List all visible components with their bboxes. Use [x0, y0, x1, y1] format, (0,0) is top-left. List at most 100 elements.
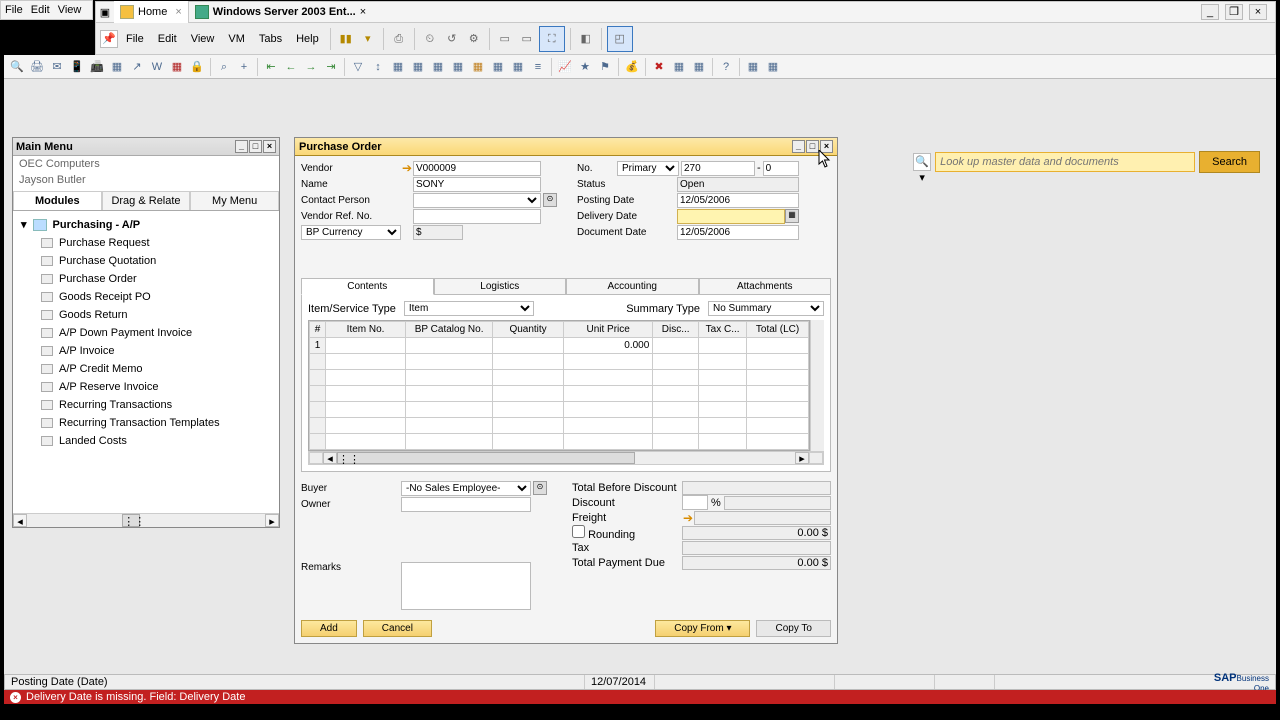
prev-icon[interactable]: ← [282, 58, 300, 76]
po-titlebar[interactable]: Purchase Order _ □ × [295, 138, 837, 156]
t5-icon[interactable]: ▦ [509, 58, 527, 76]
outer-edit-menu[interactable]: Edit [31, 4, 50, 16]
grid-vscroll[interactable] [810, 320, 824, 451]
vm-file-menu[interactable]: File [120, 30, 150, 48]
email-icon[interactable]: ✉ [48, 58, 66, 76]
table-row[interactable]: 10.000 [310, 338, 809, 354]
tree-item-ap-reserve[interactable]: A/P Reserve Invoice [13, 378, 279, 396]
po-minimize-button[interactable]: _ [792, 140, 805, 153]
revert-icon[interactable]: ↺ [442, 29, 462, 49]
po-close-button[interactable]: × [820, 140, 833, 153]
no-input[interactable] [681, 161, 755, 176]
tab-contents[interactable]: Contents [301, 278, 434, 295]
col-price[interactable]: Unit Price [564, 322, 653, 338]
cancel-button[interactable]: Cancel [363, 620, 432, 637]
search-button[interactable]: Search [1199, 151, 1260, 173]
export-icon[interactable]: ↗ [128, 58, 146, 76]
itemservice-select[interactable]: Item [404, 301, 534, 316]
col-catalog[interactable]: BP Catalog No. [406, 322, 493, 338]
misc2-icon[interactable]: ▦ [764, 58, 782, 76]
del3-icon[interactable]: ▦ [690, 58, 708, 76]
posting-date-input[interactable] [677, 193, 799, 208]
tree-item-landed-costs[interactable]: Landed Costs [13, 432, 279, 450]
tab-logistics[interactable]: Logistics [434, 278, 567, 295]
scroll-right-icon[interactable]: ▸ [265, 514, 279, 527]
t6-icon[interactable]: ≡ [529, 58, 547, 76]
chart3-icon[interactable]: ⚑ [596, 58, 614, 76]
pin-icon[interactable]: 📌 [100, 30, 118, 48]
clock-icon[interactable]: ⏲ [420, 29, 440, 49]
name-input[interactable] [413, 177, 541, 192]
pdf-icon[interactable]: ▦ [168, 58, 186, 76]
t2-icon[interactable]: ▦ [409, 58, 427, 76]
vref-input[interactable] [413, 209, 541, 224]
tab-accounting[interactable]: Accounting [566, 278, 699, 295]
tree-item-goods-return[interactable]: Goods Return [13, 306, 279, 324]
rounding-checkbox[interactable] [572, 525, 585, 538]
help-icon[interactable]: ? [717, 58, 735, 76]
currency-select[interactable]: BP Currency [301, 225, 401, 240]
po-maximize-button[interactable]: □ [806, 140, 819, 153]
tree-item-ap-downpayment[interactable]: A/P Down Payment Invoice [13, 324, 279, 342]
tree-item-purchase-order[interactable]: Purchase Order [13, 270, 279, 288]
buyer-detail-icon[interactable]: ⊙ [533, 481, 547, 495]
scroll-left-icon[interactable]: ◂ [13, 514, 27, 527]
lock-icon[interactable]: 🔒 [188, 58, 206, 76]
tree-item-recurring-trans[interactable]: Recurring Transactions [13, 396, 279, 414]
play-icon[interactable]: ▮▮ [336, 29, 356, 49]
tree-item-goods-receipt[interactable]: Goods Receipt PO [13, 288, 279, 306]
main-menu-titlebar[interactable]: Main Menu _ □ × [13, 138, 279, 156]
snapshot-icon[interactable]: ⎙ [389, 29, 409, 49]
tree-item-recurring-templates[interactable]: Recurring Transaction Templates [13, 414, 279, 432]
col-total[interactable]: Total (LC) [747, 322, 809, 338]
link-arrow-icon[interactable]: ➔ [401, 161, 413, 175]
summary-type-select[interactable]: No Summary [708, 301, 824, 316]
mm-close-button[interactable]: × [263, 140, 276, 153]
table-row[interactable] [310, 370, 809, 386]
del1-icon[interactable]: ✖ [650, 58, 668, 76]
manage-icon[interactable]: ⚙ [464, 29, 484, 49]
scroll-thumb[interactable]: ⋮⋮ [122, 514, 140, 527]
contact-detail-icon[interactable]: ⊙ [543, 193, 557, 207]
preview-icon[interactable]: 🔍 [8, 58, 26, 76]
del2-icon[interactable]: ▦ [670, 58, 688, 76]
grid-scroll-thumb[interactable]: ⋮⋮ [337, 452, 635, 464]
vm-vm-menu[interactable]: VM [222, 30, 251, 48]
vm-tab-home-close[interactable]: × [175, 6, 181, 18]
misc1-icon[interactable]: ▦ [744, 58, 762, 76]
stretch-icon[interactable]: ◰ [607, 26, 633, 52]
grid-scroll-right-icon[interactable]: ▸ [795, 452, 809, 464]
main-menu-scrollbar[interactable]: ◂ ⋮⋮ ▸ [13, 513, 279, 527]
t1-icon[interactable]: ▦ [389, 58, 407, 76]
table-row[interactable] [310, 402, 809, 418]
filter-icon[interactable]: ▽ [349, 58, 367, 76]
print-icon[interactable]: 🖨 [28, 58, 46, 76]
col-num[interactable]: # [310, 322, 326, 338]
gross-icon[interactable]: ▦ [469, 58, 487, 76]
tree-item-ap-credit-memo[interactable]: A/P Credit Memo [13, 360, 279, 378]
cell-price[interactable]: 0.000 [564, 338, 653, 354]
copy-from-button[interactable]: Copy From [655, 620, 750, 637]
delivery-date-input[interactable] [677, 209, 785, 224]
tree-item-purchase-request[interactable]: Purchase Request [13, 234, 279, 252]
search-icon[interactable]: 🔍▾ [913, 153, 931, 171]
col-itemno[interactable]: Item No. [326, 322, 406, 338]
grid-scroll-left-icon[interactable]: ◂ [323, 452, 337, 464]
tab-drag-relate[interactable]: Drag & Relate [102, 191, 191, 210]
mm-minimize-button[interactable]: _ [235, 140, 248, 153]
link-arrow-icon[interactable]: ➔ [682, 511, 694, 525]
contact-select[interactable] [413, 193, 541, 208]
vm-close-button[interactable]: × [1249, 4, 1267, 20]
sms-icon[interactable]: 📱 [68, 58, 86, 76]
next-icon[interactable]: → [302, 58, 320, 76]
play-dropdown-icon[interactable]: ▾ [358, 29, 378, 49]
tab-modules[interactable]: Modules [13, 191, 102, 210]
search-input[interactable] [935, 152, 1195, 172]
tree-section-purchasing[interactable]: ▾ Purchasing - A/P [13, 215, 279, 234]
vendor-input[interactable] [413, 161, 541, 176]
tab-attachments[interactable]: Attachments [699, 278, 832, 295]
add-button[interactable]: Add [301, 620, 357, 637]
cash-icon[interactable]: 💰 [623, 58, 641, 76]
copy-to-button[interactable]: Copy To [756, 620, 831, 637]
chart1-icon[interactable]: 📈 [556, 58, 574, 76]
